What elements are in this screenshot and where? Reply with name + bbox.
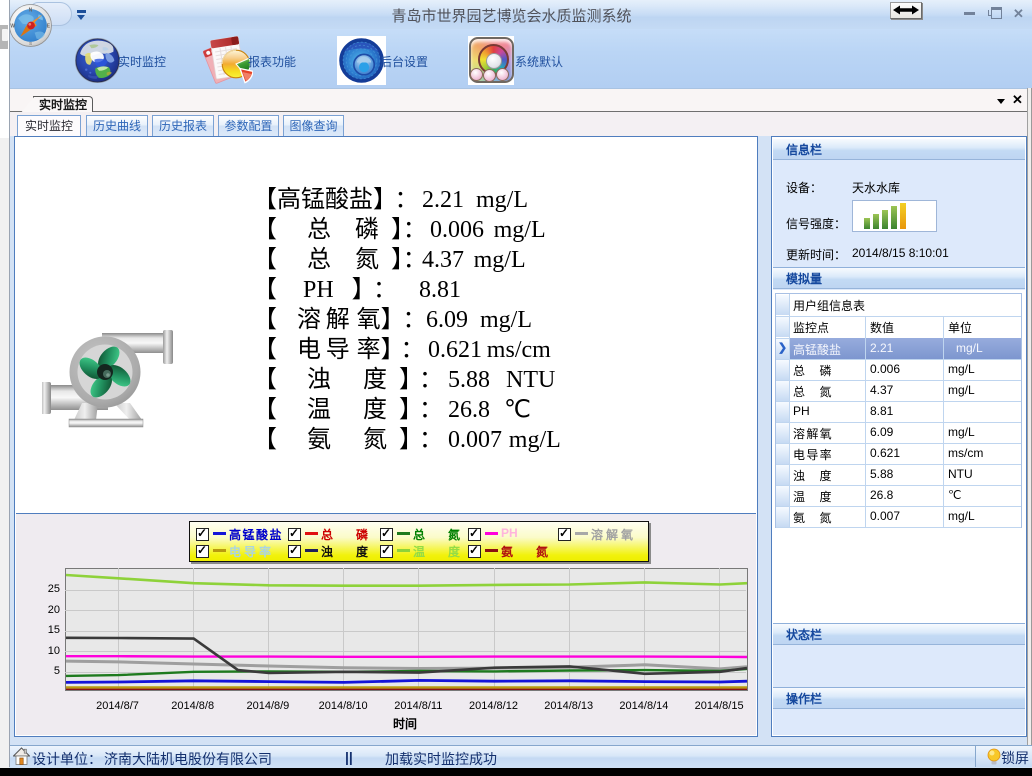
svg-text:S: S <box>29 41 32 46</box>
svg-text:N: N <box>29 8 33 14</box>
svg-text:W: W <box>10 24 15 30</box>
svg-text:E: E <box>47 24 51 30</box>
